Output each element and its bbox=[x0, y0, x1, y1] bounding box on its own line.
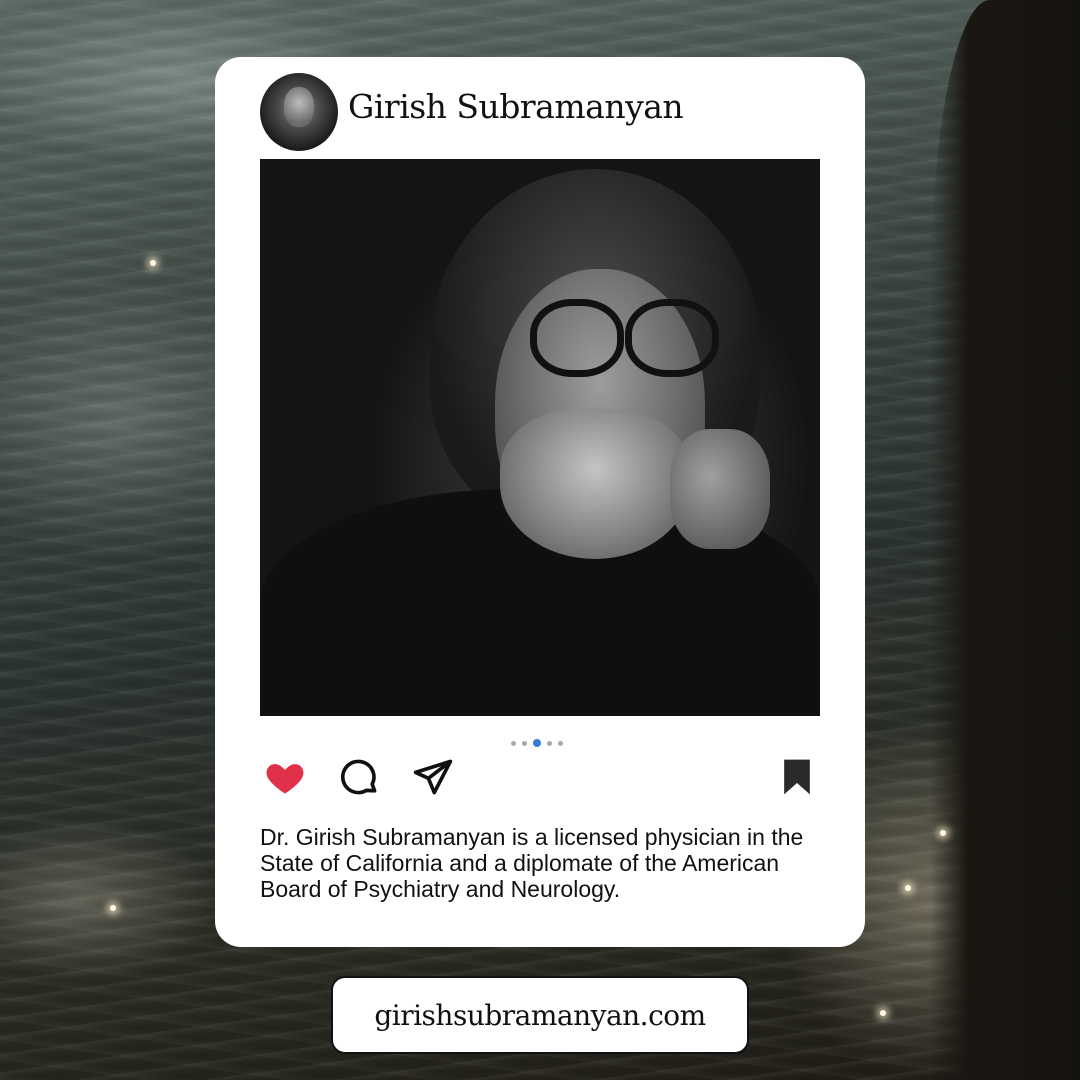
bookmark-icon[interactable] bbox=[775, 755, 815, 799]
post-username[interactable]: Girish Subramanyan bbox=[348, 87, 684, 126]
carousel-indicator bbox=[511, 739, 563, 747]
carousel-dot-active bbox=[533, 739, 541, 747]
rock-silhouette bbox=[930, 0, 1080, 1080]
post-card: Girish Subramanyan Dr. Girish Subramanya… bbox=[215, 57, 865, 947]
post-photo[interactable] bbox=[260, 159, 820, 716]
sparkle bbox=[880, 1010, 886, 1016]
carousel-dot bbox=[522, 740, 527, 746]
sparkle bbox=[905, 885, 911, 891]
sparkle bbox=[150, 260, 156, 266]
carousel-dot bbox=[558, 740, 563, 746]
comment-bubble-icon[interactable] bbox=[337, 755, 381, 799]
carousel-dot bbox=[511, 740, 516, 746]
sparkle bbox=[110, 905, 116, 911]
carousel-dot bbox=[547, 740, 552, 746]
heart-icon[interactable] bbox=[263, 755, 307, 799]
post-caption: Dr. Girish Subramanyan is a licensed phy… bbox=[260, 824, 804, 902]
website-link-box[interactable]: girishsubramanyan.com bbox=[331, 976, 749, 1054]
send-icon[interactable] bbox=[411, 755, 455, 799]
sparkle bbox=[940, 830, 946, 836]
avatar-face bbox=[284, 87, 314, 127]
avatar[interactable] bbox=[260, 73, 338, 151]
website-url[interactable]: girishsubramanyan.com bbox=[374, 999, 706, 1032]
